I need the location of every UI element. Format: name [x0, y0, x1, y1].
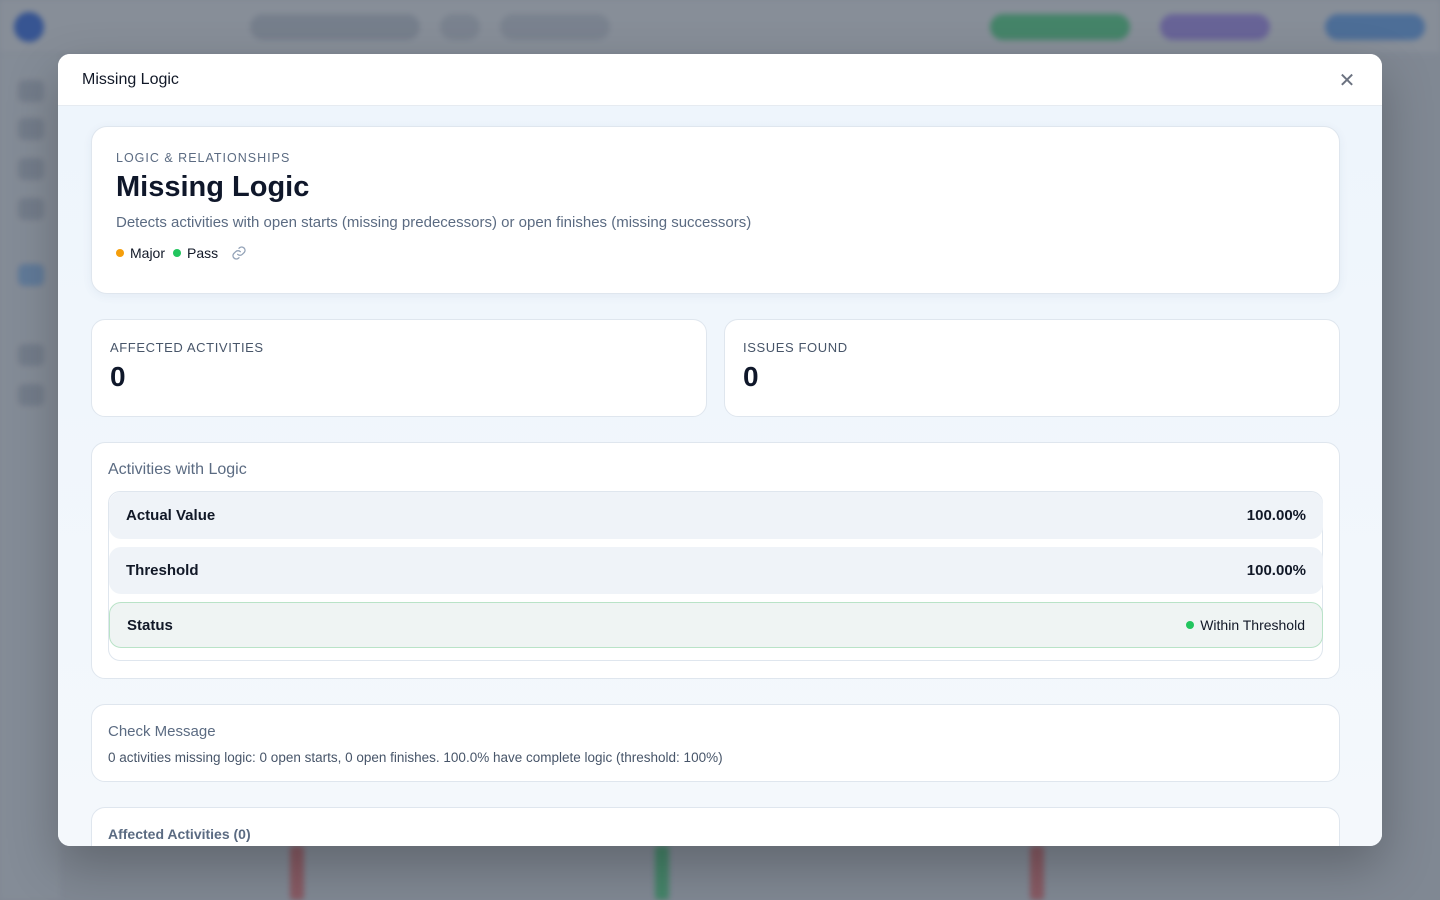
logic-metrics-card: Activities with Logic Actual Value 100.0… [91, 442, 1340, 679]
check-tags: Major Pass [116, 245, 1315, 261]
check-title: Missing Logic [116, 171, 310, 203]
stat-issues-found: ISSUES FOUND 0 [724, 319, 1340, 417]
metric-row-status: Status Within Threshold [109, 602, 1323, 648]
link-icon[interactable] [230, 245, 248, 261]
metric-value: 100.00% [1246, 507, 1306, 524]
stats-row: AFFECTED ACTIVITIES 0 ISSUES FOUND 0 [91, 319, 1340, 417]
stat-value: 0 [743, 361, 759, 392]
metric-label: Actual Value [126, 507, 216, 524]
status-indicator: Within Threshold [1186, 617, 1305, 633]
affected-activities-card: Affected Activities (0) [91, 807, 1340, 846]
modal-header: Missing Logic ✕ [58, 54, 1382, 106]
modal-body[interactable]: LOGIC & RELATIONSHIPS Missing Logic Dete… [58, 106, 1382, 846]
severity-dot [116, 249, 124, 257]
stat-label: AFFECTED ACTIVITIES [110, 340, 264, 355]
affected-activities-title: Affected Activities (0) [108, 826, 251, 842]
check-description: Detects activities with open starts (mis… [116, 214, 752, 231]
stat-label: ISSUES FOUND [743, 340, 848, 355]
metric-value: 100.00% [1246, 562, 1306, 579]
close-button[interactable]: ✕ [1336, 67, 1358, 92]
section-title: Activities with Logic [108, 461, 247, 478]
metrics-list: Actual Value 100.00% Threshold 100.00% S… [108, 491, 1323, 661]
check-message-text: 0 activities missing logic: 0 open start… [108, 750, 723, 765]
stat-value: 0 [110, 361, 126, 392]
modal-title: Missing Logic [82, 70, 179, 88]
check-detail-modal: Missing Logic ✕ LOGIC & RELATIONSHIPS Mi… [58, 54, 1382, 846]
check-message-title: Check Message [108, 723, 216, 740]
severity-badge: Major [116, 245, 165, 261]
result-dot [173, 249, 182, 257]
check-category: LOGIC & RELATIONSHIPS [116, 151, 291, 165]
check-message-card: Check Message 0 activities missing logic… [91, 704, 1340, 782]
metric-row-threshold: Threshold 100.00% [109, 547, 1323, 594]
severity-label: Major [130, 245, 166, 261]
metric-row-actual-value: Actual Value 100.00% [109, 492, 1323, 539]
metric-label: Status [127, 616, 173, 634]
result-badge: Pass [173, 245, 218, 261]
metric-label: Threshold [126, 562, 199, 579]
close-icon: ✕ [1338, 67, 1356, 92]
stat-affected-activities: AFFECTED ACTIVITIES 0 [91, 319, 707, 417]
result-label: Pass [187, 245, 219, 261]
check-summary-card: LOGIC & RELATIONSHIPS Missing Logic Dete… [91, 126, 1340, 294]
status-text: Within Threshold [1200, 617, 1305, 633]
status-dot [1186, 621, 1195, 629]
